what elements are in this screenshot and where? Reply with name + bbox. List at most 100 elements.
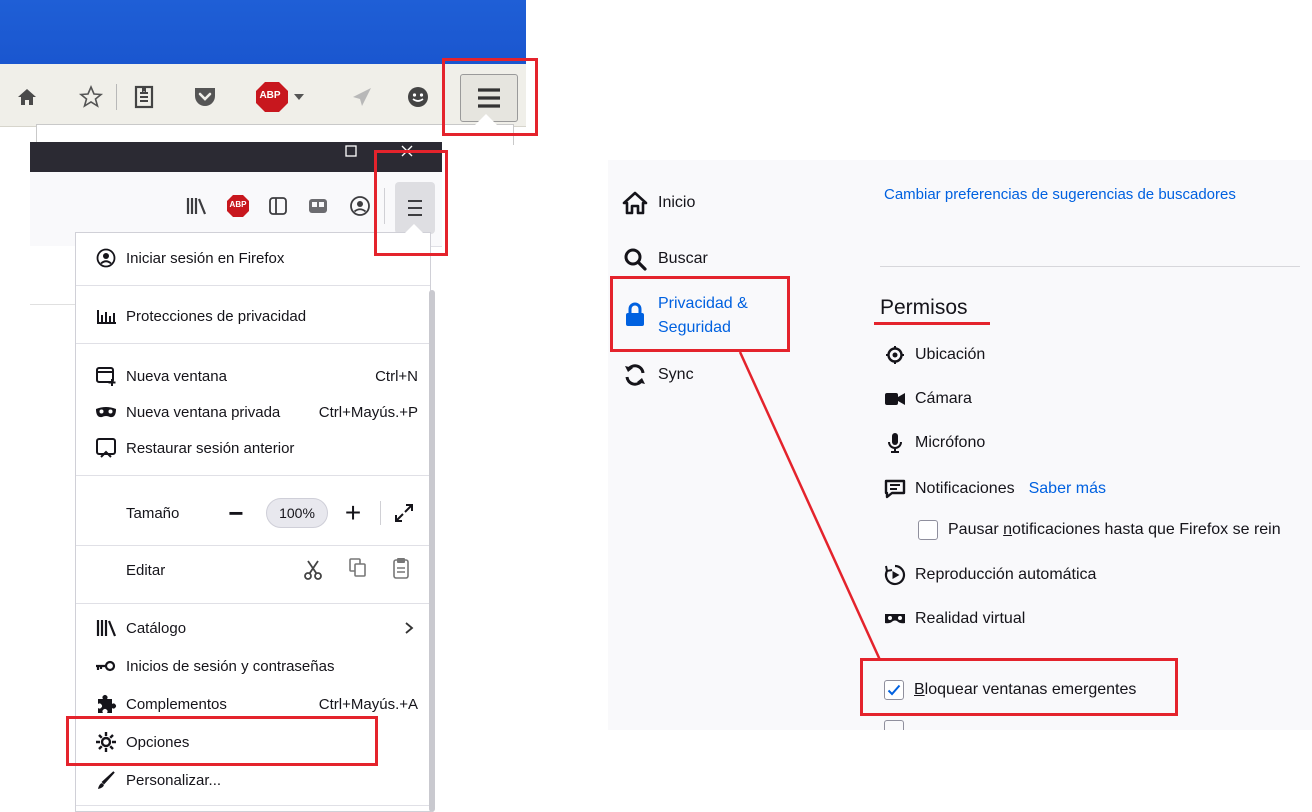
heading-underline-annotation [874, 322, 990, 325]
pocket-icon[interactable] [190, 80, 220, 114]
permission-camera[interactable]: Cámara [884, 388, 972, 410]
permission-microphone[interactable]: Micrófono [884, 432, 985, 454]
highlight-privacy-nav [610, 276, 790, 352]
permission-label: Micrófono [915, 434, 986, 451]
pause-notifications-checkbox[interactable] [918, 520, 938, 540]
abp-label: ABP [259, 90, 281, 101]
zoom-row: Tamaño − 100% + [76, 495, 430, 531]
menu-item-label: Iniciar sesión en Firefox [126, 249, 285, 267]
chart-bars-icon [94, 304, 118, 328]
sync-icon [622, 362, 648, 388]
puzzle-icon [94, 692, 118, 716]
permission-label: Realidad virtual [915, 610, 1026, 627]
zoom-divider [380, 501, 381, 525]
paintbrush-icon [94, 768, 118, 792]
menu-separator [76, 343, 430, 344]
menu-separator [76, 475, 430, 476]
next-option-checkbox-cut[interactable] [884, 720, 904, 730]
menu-scrollbar[interactable] [429, 290, 435, 812]
copy-icon[interactable] [348, 557, 368, 583]
restore-session-icon [94, 436, 118, 460]
menu-item-new-private-window[interactable]: Nueva ventana privada Ctrl+Mayús.+P [76, 395, 430, 429]
nav-home[interactable]: Inicio [622, 190, 695, 216]
pause-notifications-option[interactable]: Pausar notificaciones hasta que Firefox … [918, 520, 1281, 540]
adblock-plus-icon[interactable]: ABP [252, 80, 308, 114]
menu-item-label: Catálogo [126, 619, 187, 637]
menu-item-label: Complementos [126, 695, 227, 713]
library-icon[interactable] [182, 192, 210, 220]
nav-sync[interactable]: Sync [622, 362, 694, 388]
restore-window-icon[interactable] [344, 144, 358, 158]
permission-location[interactable]: Ubicación [884, 344, 985, 366]
private-mask-icon [94, 400, 118, 424]
menu-item-library[interactable]: Catálogo [76, 611, 430, 645]
chevron-right-icon [405, 622, 414, 634]
learn-more-link[interactable]: Saber más [1029, 480, 1106, 498]
extension-icon[interactable] [304, 192, 332, 220]
cut-icon[interactable] [302, 559, 324, 585]
menu-separator [76, 545, 430, 546]
highlight-new-menu-button [374, 150, 448, 256]
vr-headset-icon [884, 608, 906, 630]
zoom-reset-button[interactable]: 100% [266, 498, 328, 528]
menu-item-label: Inicios de sesión y contraseñas [126, 657, 335, 675]
abp-label: ABP [229, 200, 247, 209]
zoom-in-button[interactable]: + [342, 495, 364, 531]
send-tab-icon[interactable] [348, 80, 376, 114]
change-search-suggestions-link[interactable]: Cambiar preferencias de sugerencias de b… [884, 186, 1236, 203]
menu-item-shortcut: Ctrl+Mayús.+P [318, 403, 418, 421]
permission-label: Reproducción automática [915, 566, 1097, 583]
menu-item-label: Personalizar... [126, 771, 222, 789]
menu-item-label: Protecciones de privacidad [126, 307, 307, 325]
highlight-old-menu-button [442, 58, 538, 136]
home-icon [622, 190, 648, 216]
pause-notifications-label: Pausar notificaciones hasta que Firefox … [948, 521, 1281, 538]
edit-row: Editar [76, 553, 430, 587]
sidebar-icon[interactable] [264, 192, 292, 220]
menu-separator [76, 805, 430, 806]
permission-virtual-reality[interactable]: Realidad virtual [884, 608, 1025, 630]
nav-label: Inicio [658, 194, 696, 211]
location-icon [884, 344, 906, 366]
autoplay-icon [884, 564, 906, 586]
key-icon [94, 654, 118, 678]
notification-icon [884, 478, 906, 500]
section-divider [880, 266, 1300, 267]
menu-item-privacy-protections[interactable]: Protecciones de privacidad [76, 299, 430, 333]
account-icon[interactable] [346, 192, 374, 220]
paste-icon[interactable] [392, 556, 410, 584]
home-icon[interactable] [14, 80, 40, 114]
library-icon [94, 616, 118, 640]
menu-item-customize[interactable]: Personalizar... [76, 763, 430, 797]
account-icon [94, 246, 118, 270]
edit-label: Editar [126, 561, 166, 579]
highlight-block-popups [860, 658, 1178, 716]
permission-notifications[interactable]: Notificaciones Saber más [884, 478, 1106, 500]
menu-separator [76, 285, 430, 286]
new-window-icon [94, 364, 118, 388]
bookmark-star-icon[interactable] [76, 80, 106, 114]
hello-chat-icon[interactable] [404, 80, 432, 114]
menu-item-shortcut: Ctrl+Mayús.+A [318, 695, 418, 713]
bookmarks-list-icon[interactable] [130, 80, 158, 114]
nav-label: Sync [658, 366, 694, 383]
permission-label: Ubicación [915, 346, 986, 363]
nav-search[interactable]: Buscar [622, 246, 708, 272]
permissions-heading: Permisos [880, 296, 968, 319]
fullscreen-icon[interactable] [394, 503, 414, 527]
menu-item-new-window[interactable]: Nueva ventana Ctrl+N [76, 359, 430, 393]
menu-item-logins-passwords[interactable]: Inicios de sesión y contraseñas [76, 649, 430, 683]
search-icon [622, 246, 648, 272]
old-window-titlebar [0, 0, 526, 64]
permission-label: Notificaciones [915, 480, 1015, 497]
menu-item-label: Nueva ventana privada [126, 403, 281, 421]
camera-icon [884, 388, 906, 410]
microphone-icon [884, 432, 906, 454]
permission-autoplay[interactable]: Reproducción automática [884, 564, 1096, 586]
menu-item-label: Restaurar sesión anterior [126, 439, 295, 457]
adblock-plus-icon[interactable]: ABP [224, 192, 252, 220]
toolbar-divider [116, 84, 117, 110]
permission-label: Cámara [915, 390, 972, 407]
menu-item-restore-session[interactable]: Restaurar sesión anterior [76, 431, 430, 465]
zoom-out-button[interactable]: − [226, 495, 246, 531]
